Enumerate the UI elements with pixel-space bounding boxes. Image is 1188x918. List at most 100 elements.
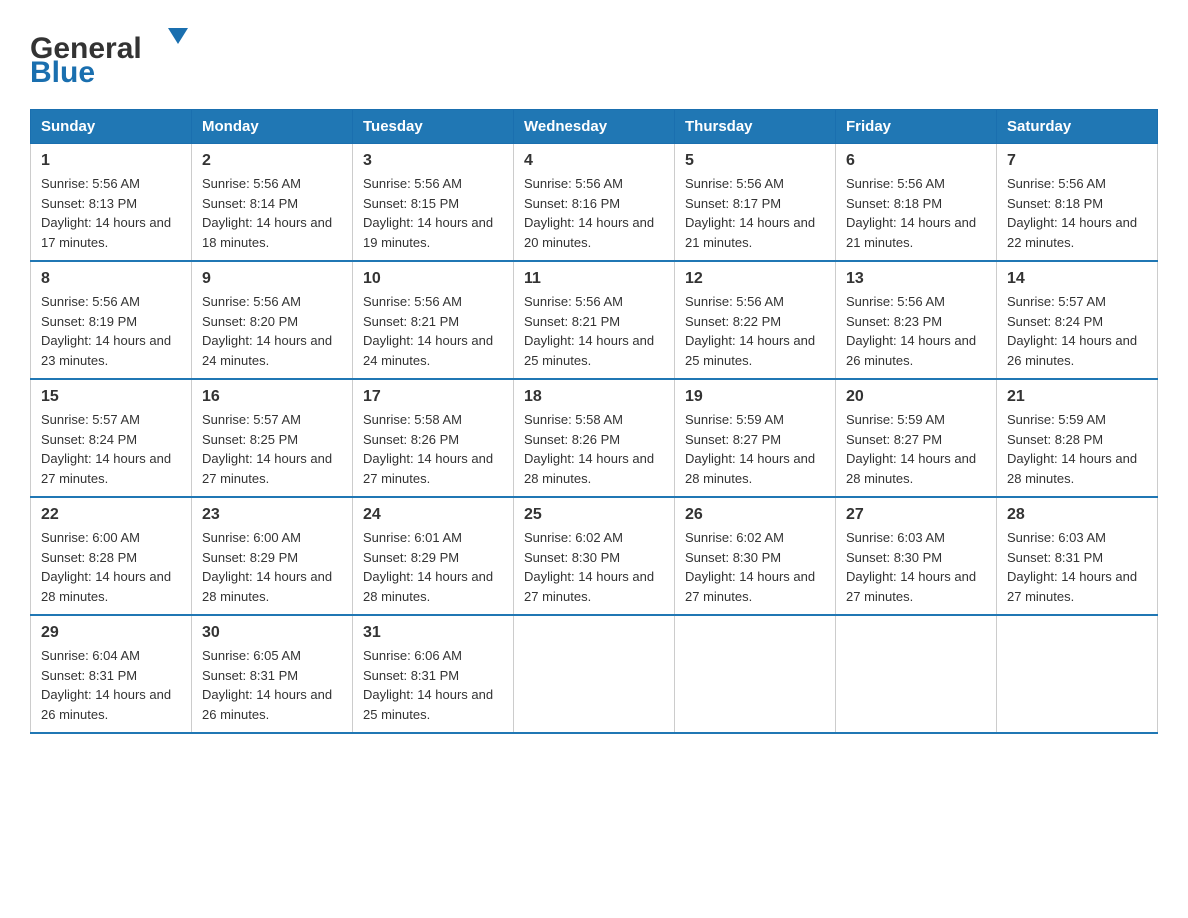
sunset-label: Sunset: 8:21 PM (363, 314, 459, 329)
daylight-label: Daylight: 14 hours and 25 minutes. (524, 333, 654, 368)
day-number: 16 (202, 388, 342, 406)
sunset-label: Sunset: 8:26 PM (524, 432, 620, 447)
calendar-day-cell: 25 Sunrise: 6:02 AM Sunset: 8:30 PM Dayl… (514, 497, 675, 615)
day-number: 4 (524, 152, 664, 170)
calendar-day-cell: 30 Sunrise: 6:05 AM Sunset: 8:31 PM Dayl… (192, 615, 353, 733)
day-number: 3 (363, 152, 503, 170)
day-info: Sunrise: 5:56 AM Sunset: 8:19 PM Dayligh… (41, 292, 181, 370)
day-number: 23 (202, 506, 342, 524)
sunset-label: Sunset: 8:23 PM (846, 314, 942, 329)
page-header: General Blue (30, 20, 1158, 99)
sunset-label: Sunset: 8:31 PM (1007, 550, 1103, 565)
day-info: Sunrise: 5:57 AM Sunset: 8:25 PM Dayligh… (202, 410, 342, 488)
day-info: Sunrise: 6:06 AM Sunset: 8:31 PM Dayligh… (363, 646, 503, 724)
sunset-label: Sunset: 8:22 PM (685, 314, 781, 329)
sunset-label: Sunset: 8:18 PM (846, 196, 942, 211)
calendar-header-row: SundayMondayTuesdayWednesdayThursdayFrid… (31, 110, 1158, 144)
sunrise-label: Sunrise: 5:56 AM (524, 176, 623, 191)
sunrise-label: Sunrise: 5:59 AM (1007, 412, 1106, 427)
day-info: Sunrise: 6:01 AM Sunset: 8:29 PM Dayligh… (363, 528, 503, 606)
day-number: 19 (685, 388, 825, 406)
daylight-label: Daylight: 14 hours and 17 minutes. (41, 215, 171, 250)
calendar-day-cell: 21 Sunrise: 5:59 AM Sunset: 8:28 PM Dayl… (997, 379, 1158, 497)
day-number: 6 (846, 152, 986, 170)
sunrise-label: Sunrise: 6:03 AM (1007, 530, 1106, 545)
day-number: 9 (202, 270, 342, 288)
sunrise-label: Sunrise: 5:59 AM (846, 412, 945, 427)
daylight-label: Daylight: 14 hours and 23 minutes. (41, 333, 171, 368)
daylight-label: Daylight: 14 hours and 19 minutes. (363, 215, 493, 250)
sunrise-label: Sunrise: 5:56 AM (202, 176, 301, 191)
day-number: 12 (685, 270, 825, 288)
sunset-label: Sunset: 8:24 PM (1007, 314, 1103, 329)
daylight-label: Daylight: 14 hours and 18 minutes. (202, 215, 332, 250)
sunset-label: Sunset: 8:31 PM (363, 668, 459, 683)
calendar-week-row: 8 Sunrise: 5:56 AM Sunset: 8:19 PM Dayli… (31, 261, 1158, 379)
calendar-day-cell: 27 Sunrise: 6:03 AM Sunset: 8:30 PM Dayl… (836, 497, 997, 615)
daylight-label: Daylight: 14 hours and 28 minutes. (41, 569, 171, 604)
day-number: 17 (363, 388, 503, 406)
calendar-day-cell (675, 615, 836, 733)
calendar-table: SundayMondayTuesdayWednesdayThursdayFrid… (30, 109, 1158, 734)
calendar-day-cell: 8 Sunrise: 5:56 AM Sunset: 8:19 PM Dayli… (31, 261, 192, 379)
calendar-body: 1 Sunrise: 5:56 AM Sunset: 8:13 PM Dayli… (31, 144, 1158, 734)
sunrise-label: Sunrise: 5:58 AM (363, 412, 462, 427)
sunrise-label: Sunrise: 6:02 AM (524, 530, 623, 545)
sunrise-label: Sunrise: 6:00 AM (202, 530, 301, 545)
sunrise-label: Sunrise: 5:56 AM (846, 294, 945, 309)
calendar-day-cell: 23 Sunrise: 6:00 AM Sunset: 8:29 PM Dayl… (192, 497, 353, 615)
sunrise-label: Sunrise: 5:59 AM (685, 412, 784, 427)
sunrise-label: Sunrise: 5:56 AM (685, 294, 784, 309)
day-info: Sunrise: 5:56 AM Sunset: 8:21 PM Dayligh… (524, 292, 664, 370)
daylight-label: Daylight: 14 hours and 27 minutes. (846, 569, 976, 604)
sunset-label: Sunset: 8:16 PM (524, 196, 620, 211)
daylight-label: Daylight: 14 hours and 20 minutes. (524, 215, 654, 250)
daylight-label: Daylight: 14 hours and 26 minutes. (1007, 333, 1137, 368)
day-info: Sunrise: 6:02 AM Sunset: 8:30 PM Dayligh… (524, 528, 664, 606)
sunrise-label: Sunrise: 5:56 AM (363, 294, 462, 309)
daylight-label: Daylight: 14 hours and 21 minutes. (846, 215, 976, 250)
calendar-day-cell: 22 Sunrise: 6:00 AM Sunset: 8:28 PM Dayl… (31, 497, 192, 615)
weekday-header-monday: Monday (192, 110, 353, 144)
sunset-label: Sunset: 8:26 PM (363, 432, 459, 447)
day-number: 1 (41, 152, 181, 170)
day-info: Sunrise: 5:56 AM Sunset: 8:18 PM Dayligh… (1007, 174, 1147, 252)
calendar-day-cell: 28 Sunrise: 6:03 AM Sunset: 8:31 PM Dayl… (997, 497, 1158, 615)
day-info: Sunrise: 6:03 AM Sunset: 8:31 PM Dayligh… (1007, 528, 1147, 606)
sunset-label: Sunset: 8:29 PM (202, 550, 298, 565)
day-info: Sunrise: 5:56 AM Sunset: 8:23 PM Dayligh… (846, 292, 986, 370)
day-info: Sunrise: 5:56 AM Sunset: 8:13 PM Dayligh… (41, 174, 181, 252)
day-number: 5 (685, 152, 825, 170)
calendar-day-cell: 13 Sunrise: 5:56 AM Sunset: 8:23 PM Dayl… (836, 261, 997, 379)
daylight-label: Daylight: 14 hours and 24 minutes. (202, 333, 332, 368)
calendar-day-cell: 15 Sunrise: 5:57 AM Sunset: 8:24 PM Dayl… (31, 379, 192, 497)
daylight-label: Daylight: 14 hours and 28 minutes. (524, 451, 654, 486)
sunrise-label: Sunrise: 5:57 AM (202, 412, 301, 427)
day-info: Sunrise: 6:04 AM Sunset: 8:31 PM Dayligh… (41, 646, 181, 724)
day-info: Sunrise: 5:58 AM Sunset: 8:26 PM Dayligh… (524, 410, 664, 488)
svg-text:Blue: Blue (30, 56, 95, 89)
day-number: 26 (685, 506, 825, 524)
daylight-label: Daylight: 14 hours and 28 minutes. (846, 451, 976, 486)
sunrise-label: Sunrise: 5:56 AM (846, 176, 945, 191)
day-info: Sunrise: 5:56 AM Sunset: 8:16 PM Dayligh… (524, 174, 664, 252)
calendar-day-cell: 17 Sunrise: 5:58 AM Sunset: 8:26 PM Dayl… (353, 379, 514, 497)
calendar-day-cell (997, 615, 1158, 733)
day-number: 11 (524, 270, 664, 288)
sunset-label: Sunset: 8:29 PM (363, 550, 459, 565)
calendar-day-cell: 12 Sunrise: 5:56 AM Sunset: 8:22 PM Dayl… (675, 261, 836, 379)
calendar-day-cell: 20 Sunrise: 5:59 AM Sunset: 8:27 PM Dayl… (836, 379, 997, 497)
calendar-day-cell: 11 Sunrise: 5:56 AM Sunset: 8:21 PM Dayl… (514, 261, 675, 379)
day-info: Sunrise: 6:00 AM Sunset: 8:29 PM Dayligh… (202, 528, 342, 606)
daylight-label: Daylight: 14 hours and 22 minutes. (1007, 215, 1137, 250)
sunrise-label: Sunrise: 5:57 AM (41, 412, 140, 427)
daylight-label: Daylight: 14 hours and 28 minutes. (1007, 451, 1137, 486)
day-number: 14 (1007, 270, 1147, 288)
sunset-label: Sunset: 8:31 PM (202, 668, 298, 683)
calendar-day-cell: 6 Sunrise: 5:56 AM Sunset: 8:18 PM Dayli… (836, 144, 997, 262)
sunset-label: Sunset: 8:30 PM (685, 550, 781, 565)
calendar-week-row: 1 Sunrise: 5:56 AM Sunset: 8:13 PM Dayli… (31, 144, 1158, 262)
daylight-label: Daylight: 14 hours and 28 minutes. (685, 451, 815, 486)
sunrise-label: Sunrise: 5:58 AM (524, 412, 623, 427)
daylight-label: Daylight: 14 hours and 25 minutes. (685, 333, 815, 368)
